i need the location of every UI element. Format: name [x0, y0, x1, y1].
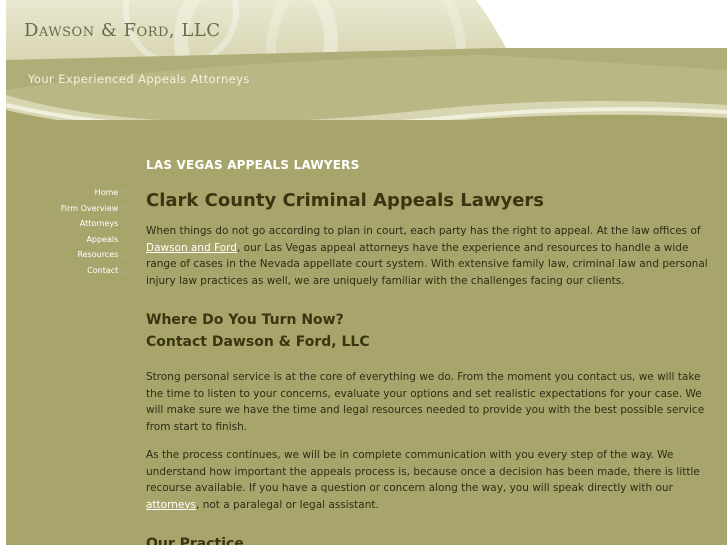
- nav-separator: :: [121, 250, 124, 259]
- nav-separator: :: [121, 219, 124, 228]
- nav-item-label[interactable]: Firm Overview: [61, 204, 118, 213]
- nav-item-appeals[interactable]: Appeals:: [6, 232, 124, 248]
- nav-separator: :: [121, 203, 124, 213]
- communication-text-cont: , not a paralegal or legal assistant.: [196, 498, 379, 511]
- nav-item-label[interactable]: Attorneys: [80, 219, 119, 228]
- page: Dawson & Ford, LLC Your Experienced Appe…: [6, 0, 727, 545]
- dawson-and-ford-link[interactable]: Dawson and Ford: [146, 242, 237, 254]
- firm-name-logo[interactable]: Dawson & Ford, LLC: [24, 20, 221, 41]
- communication-text: As the process continues, we will be in …: [146, 449, 700, 494]
- nav-separator: :: [121, 188, 124, 197]
- section-heading-where: Where Do You Turn Now?: [146, 312, 344, 328]
- communication-paragraph: As the process continues, we will be in …: [146, 447, 716, 513]
- intro-paragraph: When things do not go according to plan …: [146, 223, 716, 289]
- nav-item-contact[interactable]: Contact:: [6, 263, 124, 279]
- nav-item-label[interactable]: Contact: [87, 266, 118, 275]
- service-paragraph: Strong personal service is at the core o…: [146, 371, 705, 433]
- nav-item-resources[interactable]: Resources:: [6, 247, 124, 263]
- nav-item-attorneys[interactable]: Attorneys:: [6, 216, 124, 232]
- nav-item-label[interactable]: Appeals: [86, 235, 118, 244]
- section-kicker: LAS VEGAS APPEALS LAWYERS: [146, 158, 360, 172]
- section-heading-contact: Contact Dawson & Ford, LLC: [146, 334, 370, 350]
- nav-item-label[interactable]: Resources: [77, 250, 118, 259]
- nav-separator: :: [121, 265, 124, 275]
- tagline: Your Experienced Appeals Attorneys: [28, 72, 250, 86]
- nav-item-label[interactable]: Home: [95, 188, 119, 197]
- page-title: Clark County Criminal Appeals Lawyers: [146, 190, 545, 211]
- nav-item-firm-overview[interactable]: Firm Overview:: [6, 201, 124, 217]
- attorneys-link[interactable]: attorneys: [146, 499, 196, 511]
- nav-item-home[interactable]: Home:: [6, 185, 124, 201]
- sidebar-nav: Home: Firm Overview: Attorneys: Appeals:…: [6, 185, 124, 278]
- intro-text: When things do not go according to plan …: [146, 225, 701, 237]
- main-content: LAS VEGAS APPEALS LAWYERS Clark County C…: [146, 150, 716, 545]
- section-heading-practice: Our Practice: [146, 536, 244, 545]
- site-header: Dawson & Ford, LLC Your Experienced Appe…: [6, 0, 727, 140]
- nav-separator: :: [121, 234, 124, 244]
